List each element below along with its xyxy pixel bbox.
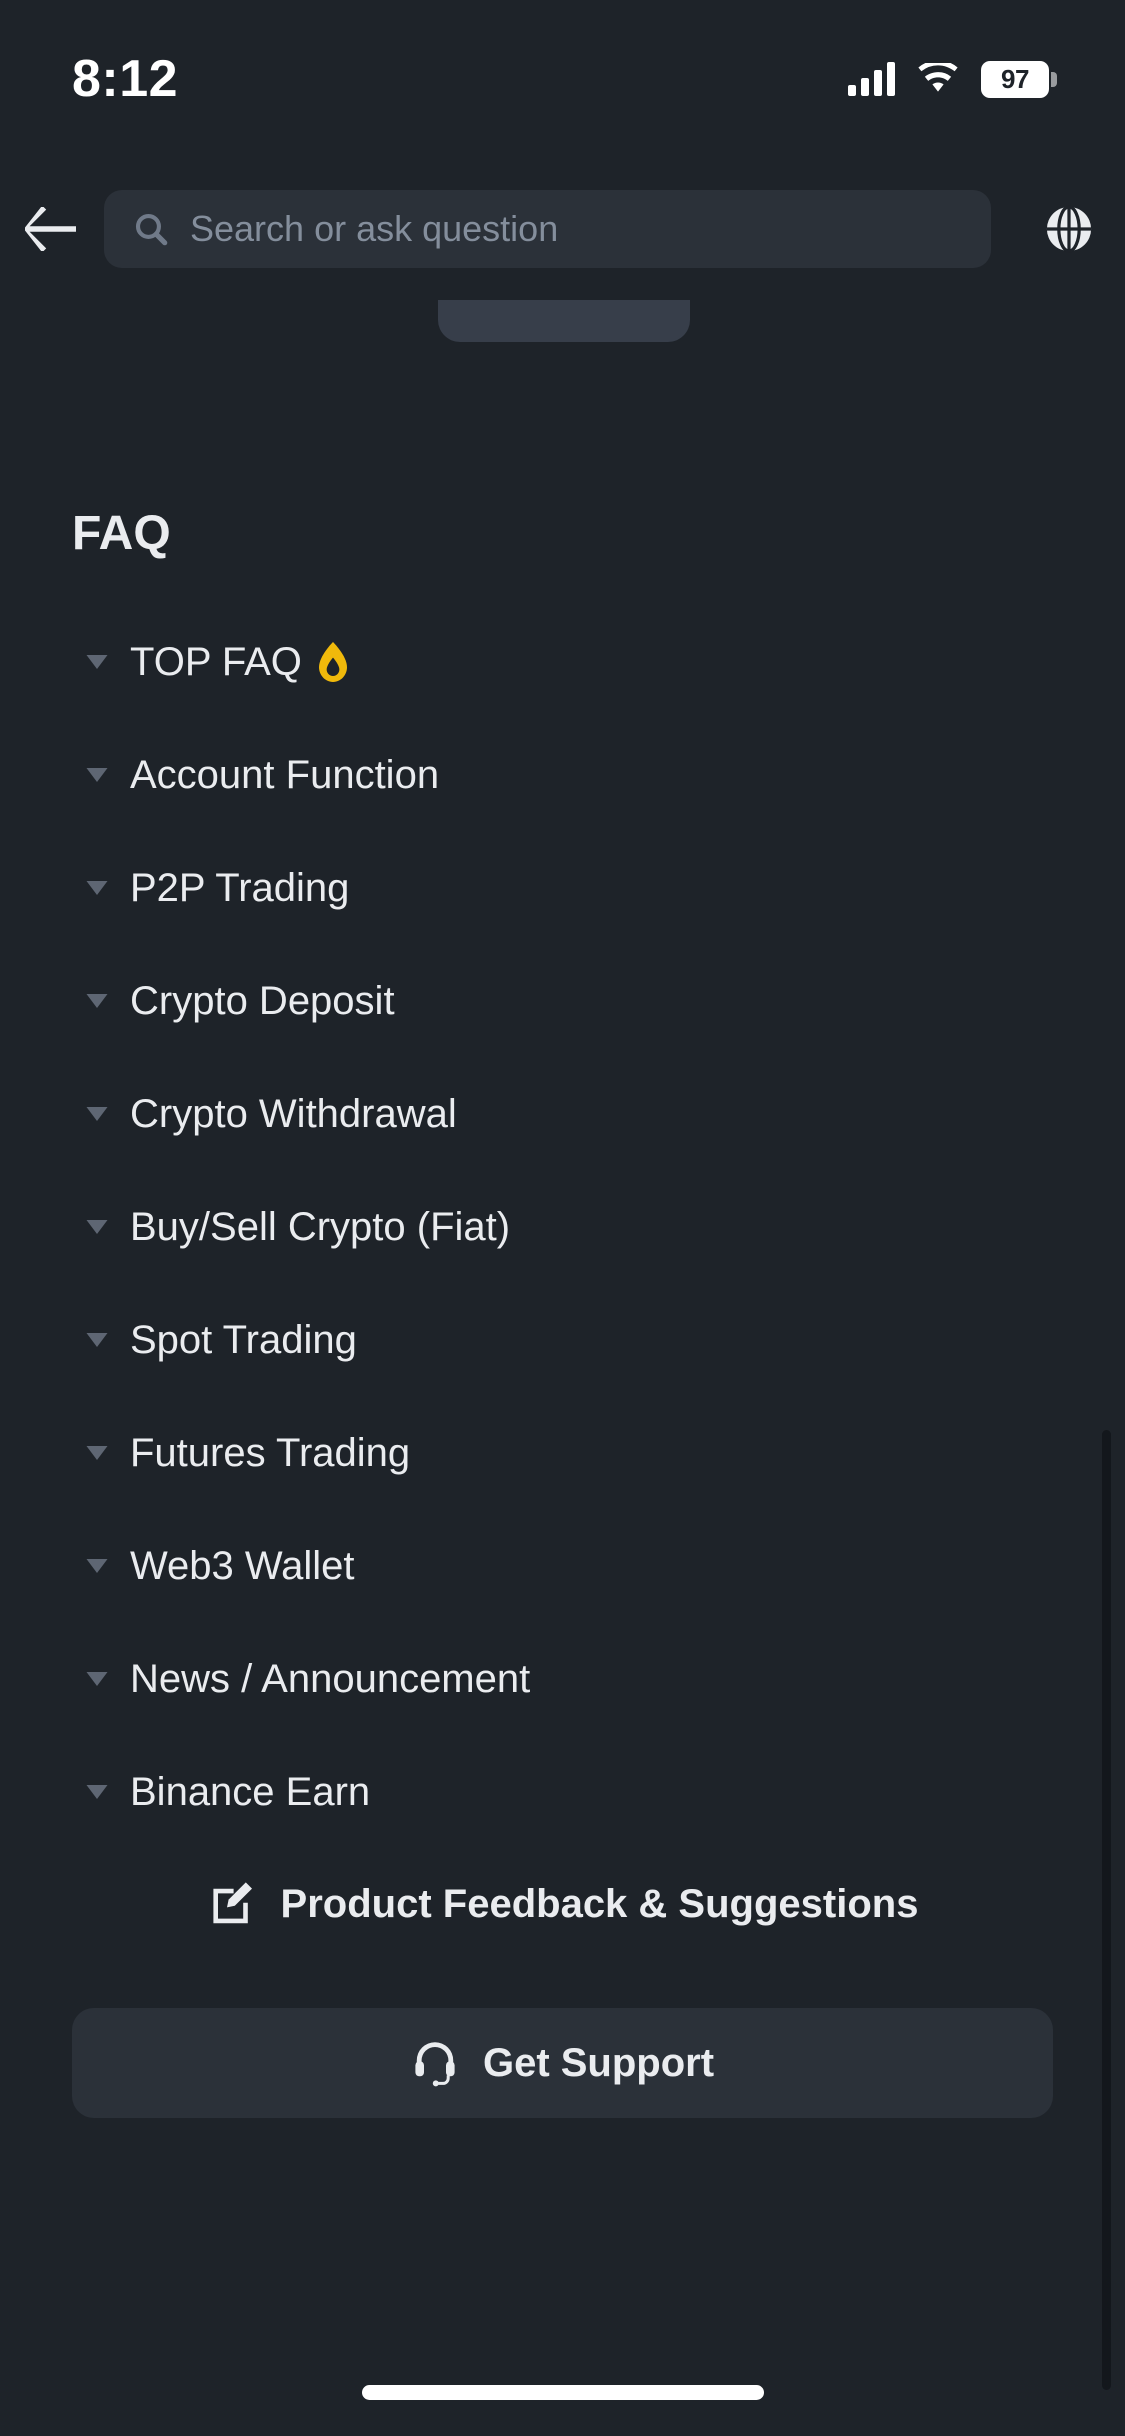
search-input[interactable] bbox=[190, 208, 963, 250]
faq-item-binance-earn[interactable]: Binance Earn bbox=[0, 1755, 1125, 1828]
faq-item-buy-sell-crypto-fiat[interactable]: Buy/Sell Crypto (Fiat) bbox=[0, 1190, 1125, 1263]
home-indicator[interactable] bbox=[361, 2385, 764, 2400]
search-bar[interactable] bbox=[104, 190, 991, 268]
chevron-down-icon bbox=[86, 880, 108, 895]
faq-item-label: News / Announcement bbox=[130, 1656, 531, 1701]
faq-item-text: TOP FAQ bbox=[130, 639, 302, 684]
edit-square-icon bbox=[212, 1882, 252, 1924]
faq-item-label: Account Function bbox=[130, 752, 440, 797]
globe-icon bbox=[1046, 205, 1092, 253]
chevron-down-icon bbox=[86, 1445, 108, 1460]
status-bar: 8:12 97 bbox=[0, 0, 1125, 140]
page-header bbox=[0, 178, 1125, 280]
faq-item-label: TOP FAQ bbox=[130, 639, 350, 684]
flame-icon bbox=[318, 641, 347, 682]
wifi-icon bbox=[918, 63, 958, 92]
faq-item-label: Web3 Wallet bbox=[130, 1543, 355, 1588]
faq-list: TOP FAQ Account Function P2P Trading Cry… bbox=[0, 625, 1125, 1868]
product-feedback-label: Product Feedback & Suggestions bbox=[280, 1882, 919, 1926]
faq-item-crypto-deposit[interactable]: Crypto Deposit bbox=[0, 964, 1125, 1037]
chevron-down-icon bbox=[86, 1332, 108, 1347]
faq-item-spot-trading[interactable]: Spot Trading bbox=[0, 1303, 1125, 1376]
get-support-label: Get Support bbox=[482, 2041, 715, 2085]
battery-percent-label: 97 bbox=[1001, 64, 1029, 94]
back-button[interactable] bbox=[0, 178, 104, 280]
faq-item-label: Buy/Sell Crypto (Fiat) bbox=[130, 1204, 511, 1249]
chevron-down-icon bbox=[86, 1106, 108, 1121]
faq-content: FAQ TOP FAQ Account Function P2P Trading… bbox=[0, 360, 1125, 2436]
back-arrow-icon bbox=[25, 207, 76, 251]
status-bar-indicators: 97 bbox=[848, 43, 1057, 98]
faq-item-label: Crypto Deposit bbox=[130, 978, 395, 1023]
get-support-button[interactable]: Get Support bbox=[72, 2008, 1053, 2118]
chevron-down-icon bbox=[86, 1671, 108, 1686]
chevron-down-icon bbox=[86, 654, 108, 669]
faq-item-label: Futures Trading bbox=[130, 1430, 411, 1475]
chevron-down-icon bbox=[86, 1219, 108, 1234]
language-button[interactable] bbox=[1013, 178, 1125, 280]
chevron-down-icon bbox=[86, 993, 108, 1008]
faq-item-label: Crypto Withdrawal bbox=[130, 1091, 457, 1136]
faq-item-news-announcement[interactable]: News / Announcement bbox=[0, 1642, 1125, 1715]
chevron-down-icon bbox=[86, 767, 108, 782]
headset-icon bbox=[415, 2042, 455, 2087]
faq-item-account-function[interactable]: Account Function bbox=[0, 738, 1125, 811]
faq-item-crypto-withdrawal[interactable]: Crypto Withdrawal bbox=[0, 1077, 1125, 1150]
page-title: FAQ bbox=[72, 507, 171, 560]
cellular-signal-icon bbox=[848, 62, 895, 96]
battery-icon: 97 bbox=[981, 60, 1057, 98]
faq-item-top-faq[interactable]: TOP FAQ bbox=[0, 625, 1125, 698]
search-icon bbox=[135, 213, 168, 246]
status-bar-time: 8:12 bbox=[72, 50, 179, 108]
faq-item-label: Binance Earn bbox=[130, 1769, 371, 1814]
product-feedback-button[interactable]: Product Feedback & Suggestions bbox=[0, 1880, 1125, 1928]
faq-item-label: P2P Trading bbox=[130, 865, 350, 910]
faq-item-label: Spot Trading bbox=[130, 1317, 357, 1362]
chevron-down-icon bbox=[86, 1558, 108, 1573]
chevron-down-icon bbox=[86, 1784, 108, 1799]
vertical-scrollbar[interactable] bbox=[1102, 1430, 1111, 2390]
faq-item-web3-wallet[interactable]: Web3 Wallet bbox=[0, 1529, 1125, 1602]
faq-item-p2p-trading[interactable]: P2P Trading bbox=[0, 851, 1125, 924]
scrolled-card-remnant bbox=[438, 300, 690, 342]
faq-item-futures-trading[interactable]: Futures Trading bbox=[0, 1416, 1125, 1489]
app-screen: 8:12 97 Search or ask question FAQ TOP F… bbox=[0, 0, 1125, 2436]
